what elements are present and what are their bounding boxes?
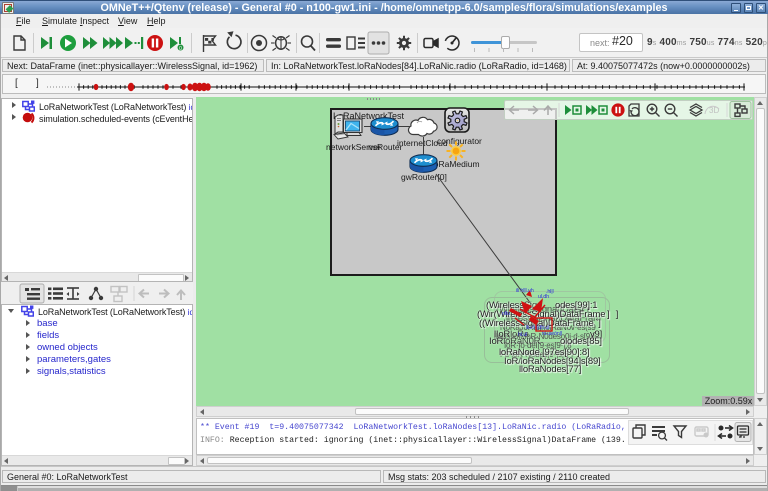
svg-text:ili hl|l.uh: ili hl|l.uh [516, 288, 534, 294]
svg-text:0: 0 [179, 46, 182, 52]
svg-text:nllu: nllu [502, 311, 510, 317]
svg-text:hl.uleón|l: hl.uleón|l [542, 331, 562, 337]
svg-text:.hl|l: .hl|l [546, 289, 553, 295]
svg-text:hl.ul: hl.ul [518, 332, 527, 338]
